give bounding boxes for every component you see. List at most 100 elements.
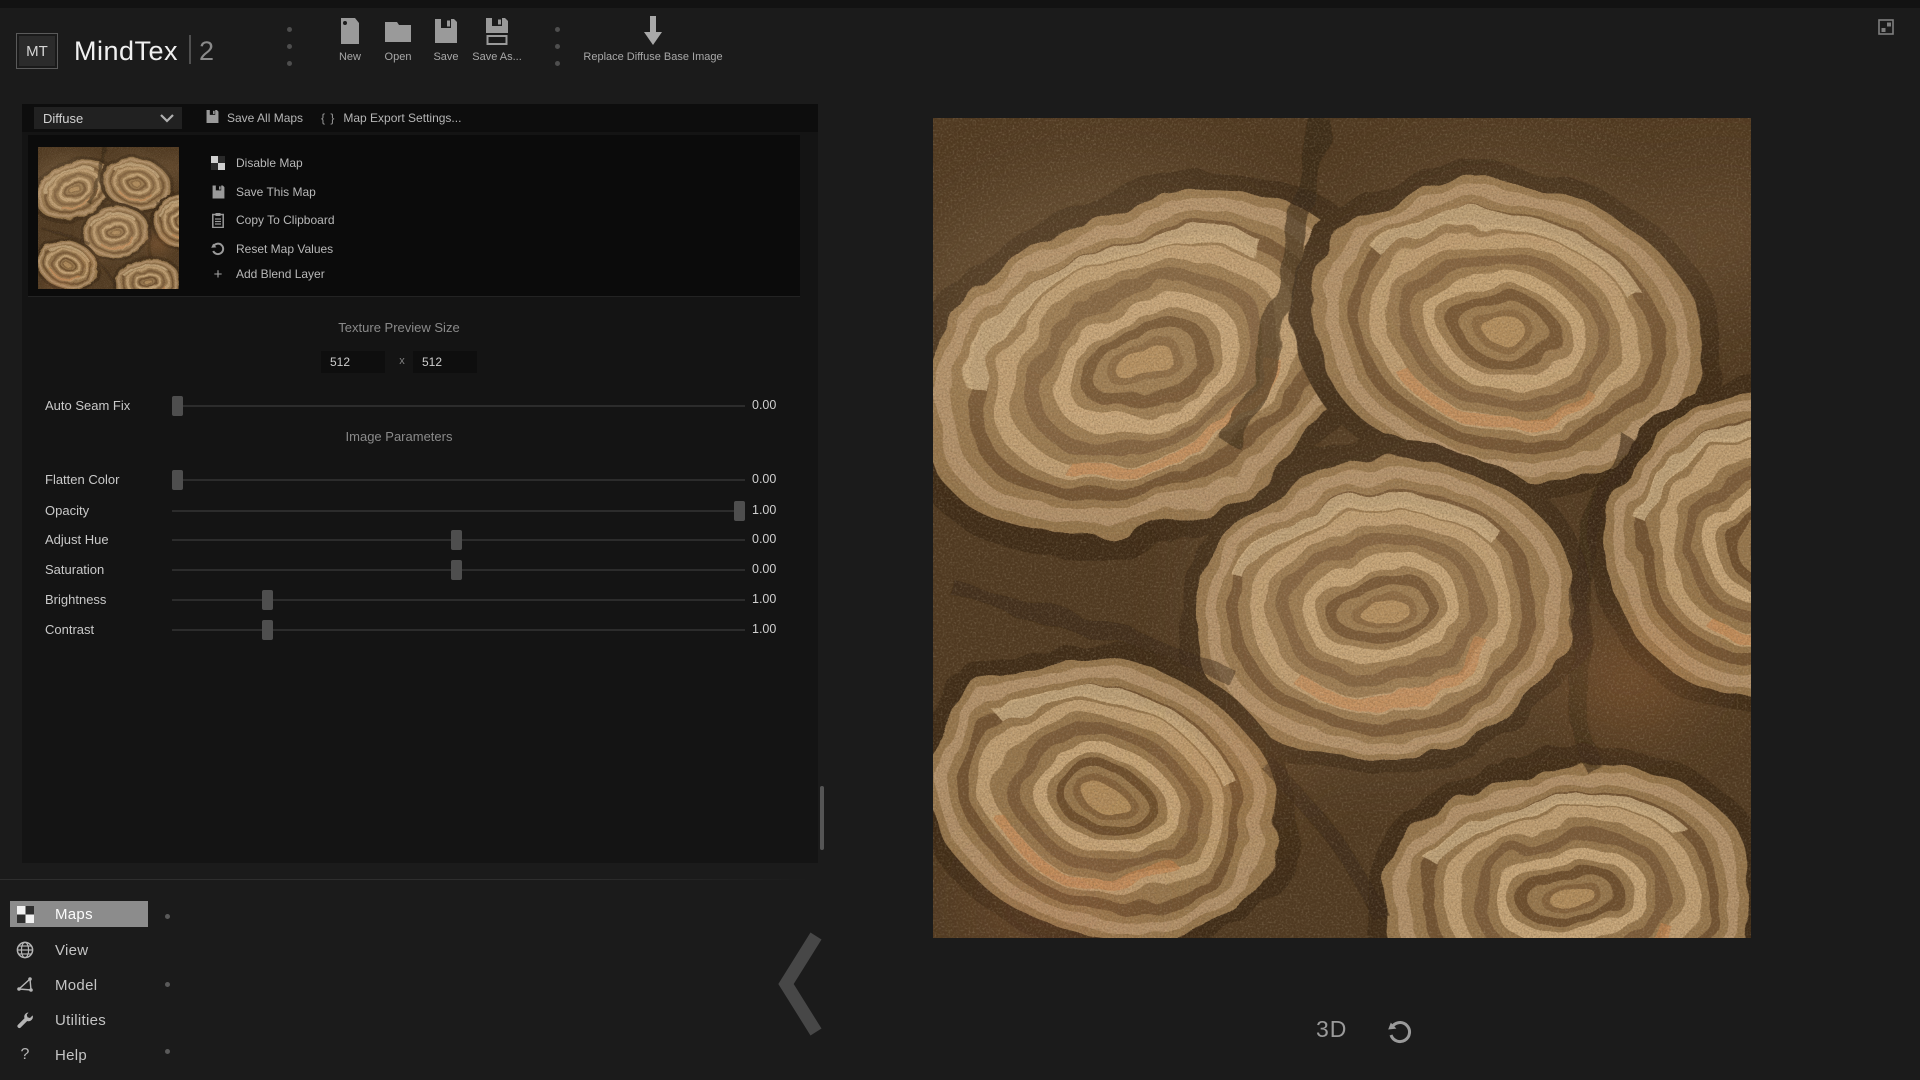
slider-thumb[interactable] xyxy=(451,530,462,550)
preview-height-input[interactable] xyxy=(413,351,477,373)
map-export-settings-button[interactable]: { } Map Export Settings... xyxy=(321,104,461,132)
app-window: MT MindTex 2 New Open Save Save As... Re… xyxy=(0,0,1920,1080)
toolbar-separator-dots xyxy=(555,27,561,78)
map-export-settings-label: Map Export Settings... xyxy=(343,111,461,125)
restore-window-icon[interactable] xyxy=(1876,17,1896,37)
slider-thumb[interactable] xyxy=(262,620,273,640)
nav-tab-view[interactable]: View xyxy=(10,937,148,963)
add-blend-layer-button[interactable]: + Add Blend Layer xyxy=(210,262,325,286)
contrast-label: Contrast xyxy=(45,622,94,637)
toggle-3d-button[interactable]: 3D xyxy=(1316,1016,1347,1043)
map-type-dropdown[interactable]: Diffuse xyxy=(34,107,182,129)
adjust-hue-slider[interactable] xyxy=(172,539,745,541)
texture-preview[interactable] xyxy=(933,118,1751,938)
slider-thumb[interactable] xyxy=(172,470,183,490)
title-divider xyxy=(189,35,191,64)
save-all-maps-button[interactable]: Save All Maps xyxy=(206,104,303,132)
nav-help-label: Help xyxy=(55,1047,87,1064)
save-this-map-button[interactable]: Save This Map xyxy=(210,180,316,204)
checkerboard-icon xyxy=(210,155,226,171)
save-as-floppy-icon xyxy=(485,14,509,48)
preview-width-input[interactable] xyxy=(321,351,385,373)
flatten-color-label: Flatten Color xyxy=(45,472,119,487)
replace-diffuse-base-image-button[interactable]: Replace Diffuse Base Image xyxy=(585,14,721,72)
save-floppy-icon xyxy=(434,14,458,48)
nav-maps-label: Maps xyxy=(55,906,93,923)
panel-scrollbar[interactable] xyxy=(820,786,824,850)
nav-separator-dot xyxy=(165,1049,170,1054)
auto-seam-fix-slider[interactable] xyxy=(172,405,745,407)
opacity-label: Opacity xyxy=(45,503,89,518)
new-document-icon xyxy=(338,14,362,48)
floppy-icon xyxy=(206,109,219,127)
saturation-slider[interactable] xyxy=(172,569,745,571)
auto-seam-fix-label: Auto Seam Fix xyxy=(45,398,130,413)
window-top-strip xyxy=(0,0,1920,8)
clipboard-icon xyxy=(210,212,226,228)
app-title: MindTex xyxy=(74,36,178,67)
rotate-icon[interactable] xyxy=(1386,1019,1412,1045)
plus-icon: + xyxy=(210,266,226,282)
save-button[interactable]: Save xyxy=(426,14,466,72)
save-button-label: Save xyxy=(433,51,458,63)
model-mesh-icon xyxy=(15,975,35,995)
texture-preview-size-heading: Texture Preview Size xyxy=(22,320,776,335)
copy-to-clipboard-label: Copy To Clipboard xyxy=(236,213,335,227)
collapse-panel-chevron[interactable] xyxy=(770,928,828,1040)
open-button[interactable]: Open xyxy=(376,14,420,72)
auto-seam-fix-value: 0.00 xyxy=(752,398,776,412)
open-folder-icon xyxy=(384,14,412,48)
save-this-map-label: Save This Map xyxy=(236,185,316,199)
nav-tab-help[interactable]: ? Help xyxy=(10,1042,148,1068)
map-panel-header: Diffuse Save All Maps { } Map Export Set… xyxy=(22,104,818,132)
down-arrow-icon xyxy=(640,14,666,48)
add-blend-layer-label: Add Blend Layer xyxy=(236,267,325,281)
maps-checkerboard-icon xyxy=(15,904,35,924)
braces-icon: { } xyxy=(321,111,335,125)
diffuse-map-thumbnail[interactable] xyxy=(38,147,179,289)
slider-thumb[interactable] xyxy=(451,560,462,580)
nav-separator-dot xyxy=(165,982,170,987)
brightness-value: 1.00 xyxy=(752,592,776,606)
toolbar-separator-dots xyxy=(287,27,293,78)
nav-tab-maps[interactable]: Maps xyxy=(10,901,148,927)
disable-map-button[interactable]: Disable Map xyxy=(210,151,303,175)
contrast-value: 1.00 xyxy=(752,622,776,636)
saturation-label: Saturation xyxy=(45,562,104,577)
nav-view-label: View xyxy=(55,942,88,959)
opacity-slider[interactable] xyxy=(172,510,745,512)
adjust-hue-label: Adjust Hue xyxy=(45,532,109,547)
copy-to-clipboard-button[interactable]: Copy To Clipboard xyxy=(210,208,335,232)
contrast-row: Contrast 1.00 xyxy=(22,617,818,643)
brightness-slider[interactable] xyxy=(172,599,745,601)
map-options-box: Disable Map Save This Map Copy To Clipbo… xyxy=(28,135,800,297)
app-logo-text: MT xyxy=(26,43,48,60)
slider-thumb[interactable] xyxy=(262,590,273,610)
save-as-button[interactable]: Save As... xyxy=(468,14,526,72)
flatten-color-slider[interactable] xyxy=(172,479,745,481)
floppy-icon xyxy=(210,184,226,200)
nav-tab-utilities[interactable]: Utilities xyxy=(10,1007,148,1033)
diffuse-map-panel: Diffuse Save All Maps { } Map Export Set… xyxy=(22,104,818,863)
save-as-button-label: Save As... xyxy=(472,51,522,63)
nav-separator-dot xyxy=(165,914,170,919)
contrast-slider[interactable] xyxy=(172,629,745,631)
nav-utilities-label: Utilities xyxy=(55,1012,106,1029)
image-parameters-heading: Image Parameters xyxy=(22,429,776,444)
flatten-color-value: 0.00 xyxy=(752,472,776,486)
saturation-value: 0.00 xyxy=(752,562,776,576)
map-type-dropdown-value: Diffuse xyxy=(34,111,160,126)
new-button-label: New xyxy=(339,51,361,63)
size-separator: x xyxy=(394,355,410,367)
chevron-down-icon xyxy=(160,114,174,123)
slider-thumb[interactable] xyxy=(172,396,183,416)
disable-map-label: Disable Map xyxy=(236,156,303,170)
nav-tab-model[interactable]: Model xyxy=(10,972,148,998)
slider-thumb[interactable] xyxy=(734,501,745,521)
adjust-hue-value: 0.00 xyxy=(752,532,776,546)
nav-model-label: Model xyxy=(55,977,97,994)
question-icon: ? xyxy=(15,1045,35,1065)
reset-map-values-button[interactable]: Reset Map Values xyxy=(210,237,333,261)
new-button[interactable]: New xyxy=(330,14,370,72)
auto-seam-fix-row: Auto Seam Fix 0.00 xyxy=(22,393,818,419)
